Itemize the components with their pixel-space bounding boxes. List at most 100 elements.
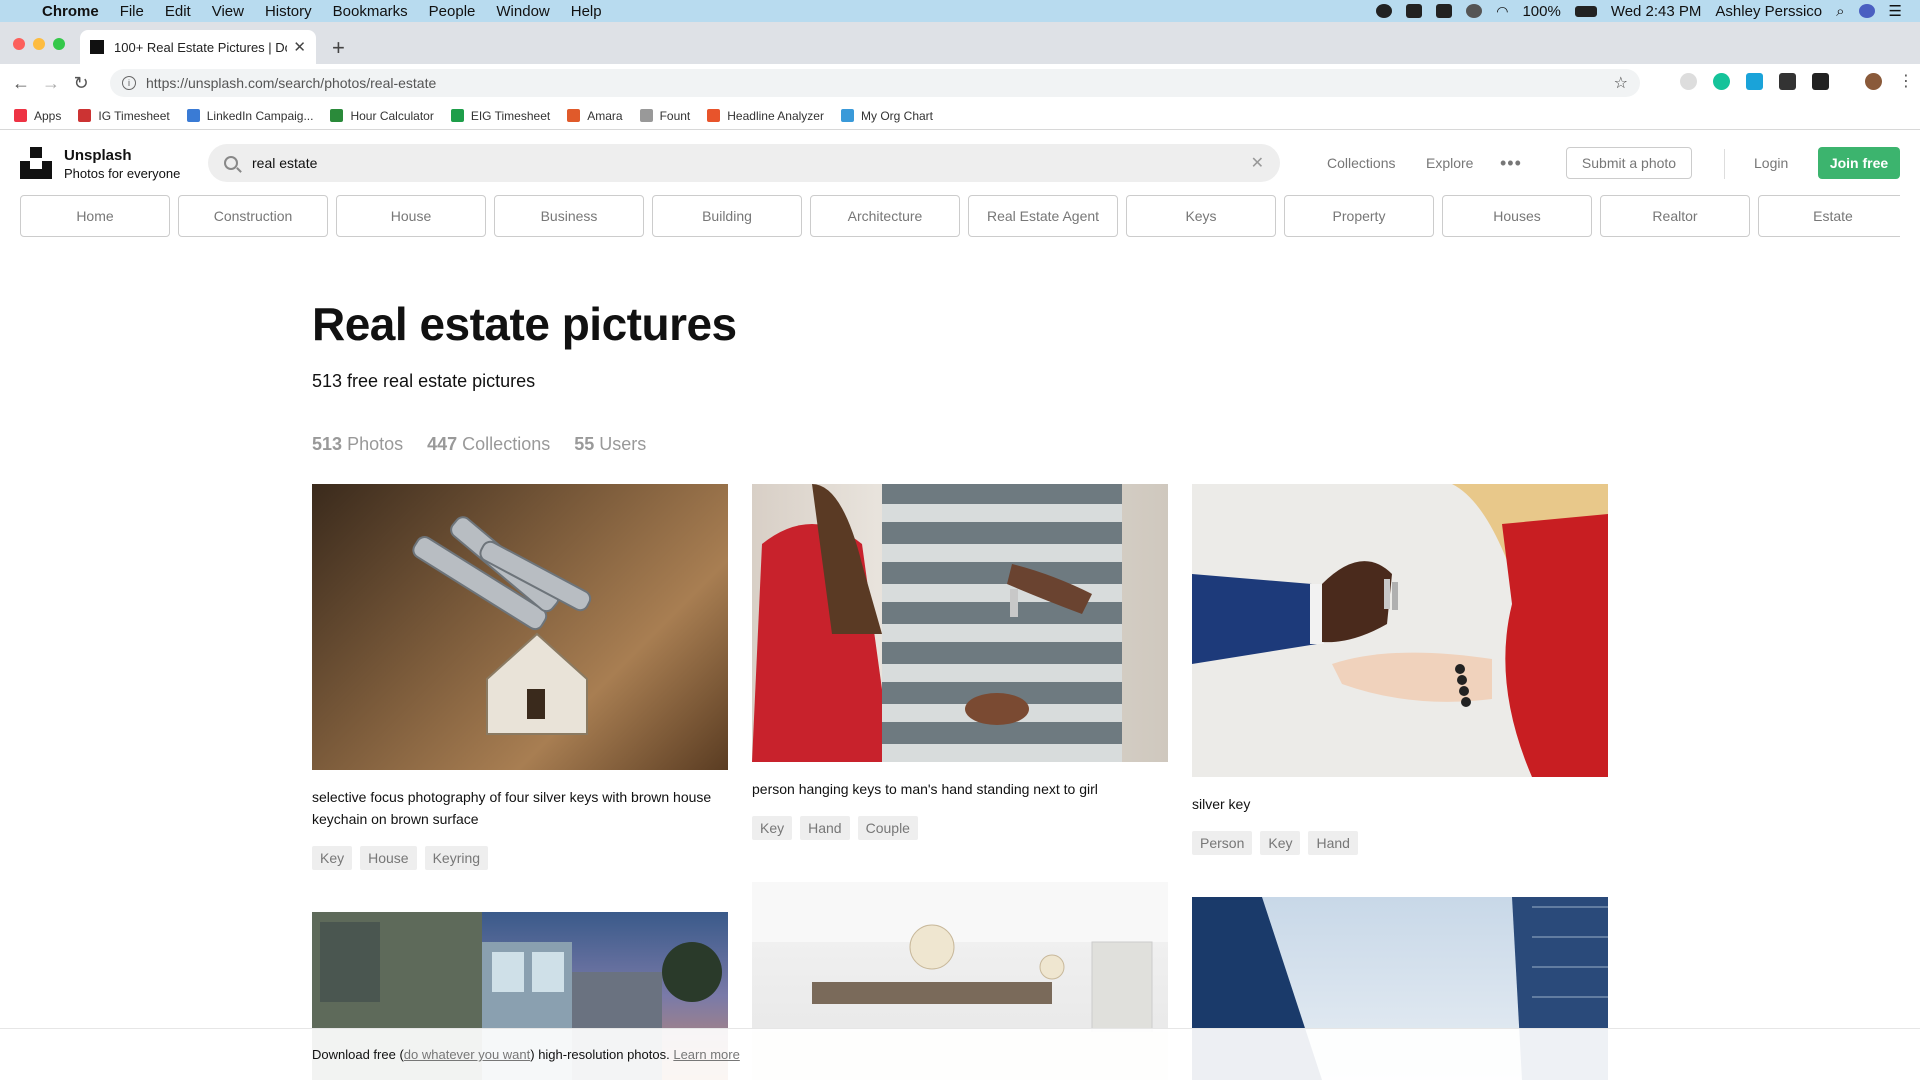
photo-keys-house-keychain[interactable] <box>312 484 728 770</box>
brand[interactable]: Unsplash Photos for everyone <box>64 147 180 181</box>
related-chip[interactable]: Building <box>652 195 802 237</box>
forward-button[interactable]: → <box>36 73 66 94</box>
related-chip[interactable]: Property <box>1284 195 1434 237</box>
maximize-window-button[interactable] <box>53 38 65 50</box>
photo-caption: selective focus photography of four silv… <box>312 789 712 827</box>
bookmark-star-icon[interactable]: ☆ <box>1614 73 1628 93</box>
photo-tags: Key Hand Couple <box>752 816 918 840</box>
photo-caption: person hanging keys to man's hand standi… <box>752 781 1098 797</box>
battery-icon[interactable] <box>1574 5 1597 17</box>
more-menu-icon[interactable]: ••• <box>1500 153 1522 174</box>
url-text[interactable]: https://unsplash.com/search/photos/real-… <box>146 75 436 91</box>
bookmark-label: Fount <box>659 108 691 123</box>
photo-silver-key-handover[interactable] <box>1192 484 1608 777</box>
bookmark-item[interactable]: Apps <box>14 109 61 123</box>
tag-chip[interactable]: Key <box>752 816 793 840</box>
clock[interactable]: Wed 2:43 PM <box>1611 3 1702 20</box>
join-free-button[interactable]: Join free <box>1818 147 1900 179</box>
minimize-window-button[interactable] <box>33 38 45 50</box>
extension-icon[interactable] <box>1680 73 1697 90</box>
s-app-icon[interactable] <box>1436 4 1453 18</box>
menu-app-name[interactable]: Chrome <box>42 3 99 20</box>
bluetooth-icon[interactable] <box>1466 4 1483 18</box>
related-chip[interactable]: Real Estate Agent <box>968 195 1118 237</box>
bookmark-item[interactable]: Amara <box>567 109 623 123</box>
menu-view[interactable]: View <box>212 3 244 20</box>
bookmark-item[interactable]: IG Timesheet <box>78 109 170 123</box>
clear-search-icon[interactable]: ✕ <box>1251 153 1264 173</box>
new-tab-button[interactable]: + <box>332 35 345 61</box>
count-label: Users <box>599 434 647 454</box>
back-button[interactable]: ← <box>6 73 36 94</box>
submit-photo-button[interactable]: Submit a photo <box>1566 147 1692 179</box>
tag-chip[interactable]: Keyring <box>424 846 489 870</box>
macos-menubar: Chrome File Edit View History Bookmarks … <box>0 0 1920 22</box>
license-link[interactable]: do whatever you want <box>404 1047 530 1062</box>
siri-icon[interactable] <box>1858 4 1875 18</box>
collections-count-tab[interactable]: 447 Collections <box>427 434 550 455</box>
wifi-icon[interactable]: ◠ <box>1496 3 1508 20</box>
buffer-icon[interactable] <box>1812 73 1829 90</box>
related-chip[interactable]: Realtor <box>1600 195 1750 237</box>
tag-chip[interactable]: Key <box>1260 831 1301 855</box>
user-name[interactable]: Ashley Perssico <box>1715 3 1822 20</box>
menu-people[interactable]: People <box>429 3 476 20</box>
spotlight-icon[interactable]: ⌕ <box>1836 3 1844 20</box>
login-link[interactable]: Login <box>1754 155 1788 171</box>
tag-chip[interactable]: Hand <box>1308 831 1358 855</box>
chrome-menu-icon[interactable]: ⋮ <box>1898 73 1914 90</box>
extension-icon[interactable] <box>1746 73 1763 90</box>
bookmark-item[interactable]: Headline Analyzer <box>707 109 824 123</box>
bookmark-label: Apps <box>34 108 62 123</box>
unsplash-logo-icon[interactable] <box>20 147 52 179</box>
photos-count-tab[interactable]: 513 Photos <box>312 434 403 455</box>
photo-couple-keys[interactable] <box>752 484 1168 762</box>
address-bar[interactable]: i https://unsplash.com/search/photos/rea… <box>110 69 1640 97</box>
related-chip[interactable]: Business <box>494 195 644 237</box>
tag-chip[interactable]: Key <box>312 846 353 870</box>
related-chip[interactable]: Architecture <box>810 195 960 237</box>
bookmark-item[interactable]: LinkedIn Campaig... <box>186 109 313 123</box>
tag-chip[interactable]: Person <box>1192 831 1253 855</box>
bookmark-item[interactable]: Hour Calculator <box>330 109 434 123</box>
collections-link[interactable]: Collections <box>1327 155 1395 171</box>
tab-active[interactable]: 100+ Real Estate Pictures | Do ✕ <box>80 30 316 64</box>
explore-link[interactable]: Explore <box>1426 155 1473 171</box>
related-chip[interactable]: House <box>336 195 486 237</box>
menu-history[interactable]: History <box>265 3 312 20</box>
adobe-icon[interactable] <box>1406 4 1423 18</box>
bookmark-item[interactable]: My Org Chart <box>840 109 933 123</box>
bookmark-item[interactable]: EIG Timesheet <box>450 109 550 123</box>
users-count-tab[interactable]: 55 Users <box>574 434 646 455</box>
search-bar[interactable]: ✕ <box>208 144 1280 182</box>
menu-help[interactable]: Help <box>571 3 602 20</box>
bookmark-favicon-icon <box>330 109 344 122</box>
site-info-icon[interactable]: i <box>122 76 136 90</box>
menu-window[interactable]: Window <box>496 3 549 20</box>
search-input[interactable] <box>252 155 1251 171</box>
related-chip[interactable]: Keys <box>1126 195 1276 237</box>
bookmark-item[interactable]: Fount <box>639 108 691 123</box>
close-window-button[interactable] <box>13 38 25 50</box>
related-chip[interactable]: Home <box>20 195 170 237</box>
gmail-m-icon[interactable] <box>1779 73 1796 90</box>
menu-file[interactable]: File <box>120 3 144 20</box>
notification-center-icon[interactable]: ☰ <box>1889 2 1902 20</box>
learn-more-link[interactable]: Learn more <box>673 1047 739 1062</box>
bookmark-favicon-icon <box>186 109 200 122</box>
menu-bookmarks[interactable]: Bookmarks <box>333 3 408 20</box>
profile-avatar[interactable] <box>1865 73 1882 90</box>
related-chip[interactable]: Houses <box>1442 195 1592 237</box>
tab-close-icon[interactable]: ✕ <box>293 38 306 56</box>
tag-chip[interactable]: Couple <box>857 816 918 840</box>
related-chip[interactable]: Estate <box>1758 195 1900 237</box>
creative-cloud-icon[interactable] <box>1376 4 1393 18</box>
page-title: Real estate pictures <box>312 298 737 350</box>
tag-chip[interactable]: House <box>360 846 417 870</box>
tag-chip[interactable]: Hand <box>800 816 850 840</box>
grammarly-icon[interactable] <box>1713 73 1730 90</box>
menu-edit[interactable]: Edit <box>165 3 191 20</box>
download-banner: Download free ( do whatever you want ) h… <box>0 1028 1920 1080</box>
reload-button[interactable]: ↻ <box>66 73 96 94</box>
related-chip[interactable]: Construction <box>178 195 328 237</box>
